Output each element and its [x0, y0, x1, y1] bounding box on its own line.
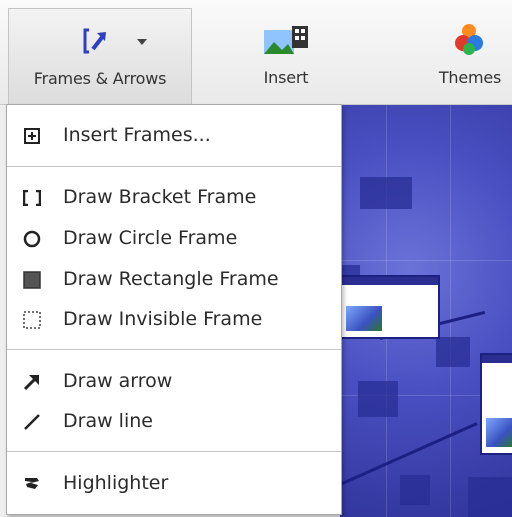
- menu-item-insert-frames[interactable]: Insert Frames...: [7, 117, 341, 153]
- highlighter-icon: [21, 473, 43, 495]
- themes-button[interactable]: Themes: [428, 8, 512, 100]
- map-node[interactable]: [480, 353, 512, 455]
- ribbon-toolbar: Frames & Arrows Insert Themes: [0, 0, 512, 105]
- menu-separator: [7, 349, 341, 350]
- menu-separator: [7, 166, 341, 167]
- menu-item-label: Insert Frames...: [63, 124, 211, 146]
- menu-item-highlighter[interactable]: Highlighter: [7, 465, 341, 501]
- frames-arrows-icon: [83, 28, 106, 54]
- frames-arrows-menu: Insert Frames... Draw Bracket Frame Draw…: [6, 104, 342, 515]
- grid-line: [450, 105, 451, 517]
- menu-item-bracket-frame[interactable]: Draw Bracket Frame: [7, 179, 341, 215]
- menu-item-draw-arrow[interactable]: Draw arrow: [7, 363, 341, 399]
- menu-item-label: Draw Invisible Frame: [63, 308, 263, 330]
- canvas-shape: [358, 381, 398, 417]
- menu-item-label: Draw line: [63, 410, 153, 432]
- themes-label: Themes: [438, 68, 502, 87]
- map-node[interactable]: [340, 275, 440, 339]
- arrow-icon: [21, 371, 43, 393]
- themes-icon: [455, 24, 483, 55]
- insert-button[interactable]: Insert: [238, 8, 334, 100]
- menu-item-label: Draw Bracket Frame: [63, 186, 257, 208]
- menu-item-label: Draw arrow: [63, 370, 173, 392]
- insert-picture-icon: [264, 26, 308, 54]
- bracket-icon: [21, 187, 43, 209]
- dotted-square-icon: [21, 309, 43, 331]
- mind-map-canvas[interactable]: [340, 105, 512, 517]
- canvas-shape: [436, 337, 470, 367]
- menu-separator: [7, 451, 341, 452]
- menu-item-rectangle-frame[interactable]: Draw Rectangle Frame: [7, 261, 341, 297]
- insert-label: Insert: [263, 68, 309, 87]
- plus-box-icon: [21, 125, 43, 147]
- menu-item-invisible-frame[interactable]: Draw Invisible Frame: [7, 301, 341, 337]
- frames-arrows-label: Frames & Arrows: [33, 69, 167, 88]
- line-icon: [21, 411, 43, 433]
- menu-item-draw-line[interactable]: Draw line: [7, 403, 341, 439]
- menu-item-label: Highlighter: [63, 472, 169, 494]
- frames-arrows-button[interactable]: Frames & Arrows: [8, 8, 192, 105]
- menu-item-circle-frame[interactable]: Draw Circle Frame: [7, 220, 341, 256]
- canvas-shape: [468, 477, 512, 517]
- filled-square-icon: [21, 269, 43, 291]
- canvas-shape: [400, 475, 430, 505]
- menu-item-label: Draw Circle Frame: [63, 227, 238, 249]
- circle-icon: [21, 228, 43, 250]
- chevron-down-icon: [137, 39, 147, 45]
- menu-item-label: Draw Rectangle Frame: [63, 268, 279, 290]
- grid-line: [340, 260, 512, 261]
- canvas-shape: [360, 177, 412, 209]
